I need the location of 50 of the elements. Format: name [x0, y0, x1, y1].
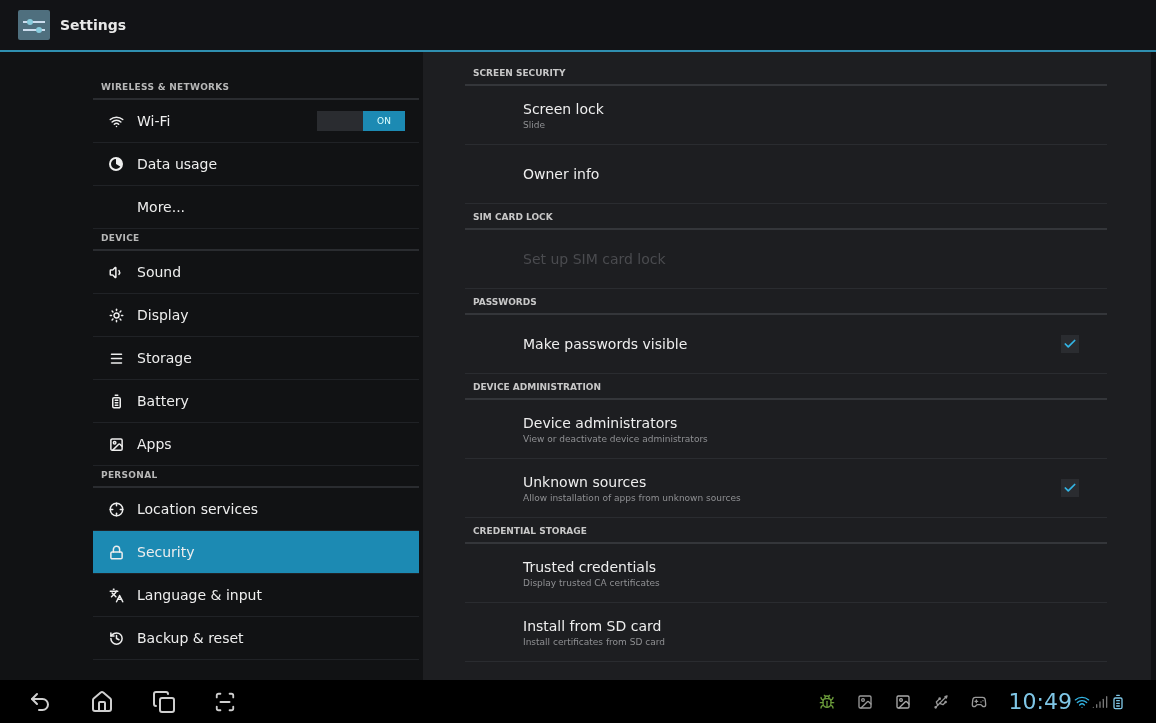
sidebar-item[interactable]: Sound	[93, 251, 419, 294]
window-title: Settings	[60, 17, 127, 33]
gallery-icon[interactable]	[894, 693, 911, 710]
sidebar-item[interactable]: Apps	[93, 423, 419, 466]
settings-item[interactable]: Make passwords visible	[465, 315, 1107, 374]
pie-icon	[109, 157, 123, 171]
section-header: SCREEN SECURITY	[465, 60, 1107, 86]
backup-icon	[108, 630, 124, 646]
sidebar-item[interactable]: Language & input	[93, 574, 419, 617]
home-button[interactable]	[90, 689, 114, 714]
section-header: WIRELESS & NETWORKS	[93, 78, 419, 100]
section-header: SIM CARD LOCK	[465, 204, 1107, 230]
signal-icon	[1092, 693, 1108, 710]
checkbox[interactable]	[1061, 479, 1079, 497]
brightness-icon	[108, 307, 124, 323]
settings-item[interactable]: Unknown sources Allow installation of apps from unknown sources	[465, 459, 1107, 518]
sidebar-item[interactable]: Display	[93, 294, 419, 337]
screenshot-button[interactable]	[214, 690, 236, 713]
settings-item[interactable]: Trusted credentials Display trusted CA certificates	[465, 544, 1107, 603]
usb-icon[interactable]	[932, 693, 949, 710]
wifi-switch[interactable]: ON	[317, 111, 405, 131]
settings-item[interactable]: Screen lock Slide	[465, 86, 1107, 145]
section-header: CREDENTIAL STORAGE	[465, 518, 1107, 544]
recent-apps-button[interactable]	[152, 689, 176, 714]
settings-item[interactable]: Owner info	[465, 145, 1107, 204]
language-icon	[108, 587, 124, 603]
lock-icon	[108, 544, 124, 560]
clock-time: 10:49	[1008, 689, 1072, 714]
wifi-icon	[108, 113, 124, 129]
sidebar-item[interactable]: Backup & reset	[93, 617, 419, 660]
section-header: DEVICE	[93, 229, 419, 251]
section-header: DEVICE ADMINISTRATION	[465, 374, 1107, 400]
check-icon	[1063, 481, 1077, 495]
location-icon	[108, 501, 124, 517]
sidebar-item[interactable]: Battery	[93, 380, 419, 423]
section-header: PASSWORDS	[465, 289, 1107, 315]
settings-item[interactable]: Install from SD card Install certificates from SD card	[465, 603, 1107, 662]
sidebar-item[interactable]: Wi-Fi ON	[93, 100, 419, 143]
settings-item[interactable]: Device administrators View or deactivate device administrators	[465, 400, 1107, 459]
sidebar-item[interactable]: More...	[93, 186, 419, 229]
battery-icon	[1110, 693, 1126, 710]
settings-app-icon[interactable]	[18, 10, 50, 40]
image-icon[interactable]	[856, 693, 873, 710]
check-icon	[1063, 337, 1077, 351]
bug-icon[interactable]	[818, 693, 835, 710]
section-header: PERSONAL	[93, 466, 419, 488]
sidebar-item[interactable]: Storage	[93, 337, 419, 380]
sidebar-item[interactable]: Data usage	[93, 143, 419, 186]
storage-icon	[108, 350, 124, 366]
checkbox[interactable]	[1061, 335, 1079, 353]
